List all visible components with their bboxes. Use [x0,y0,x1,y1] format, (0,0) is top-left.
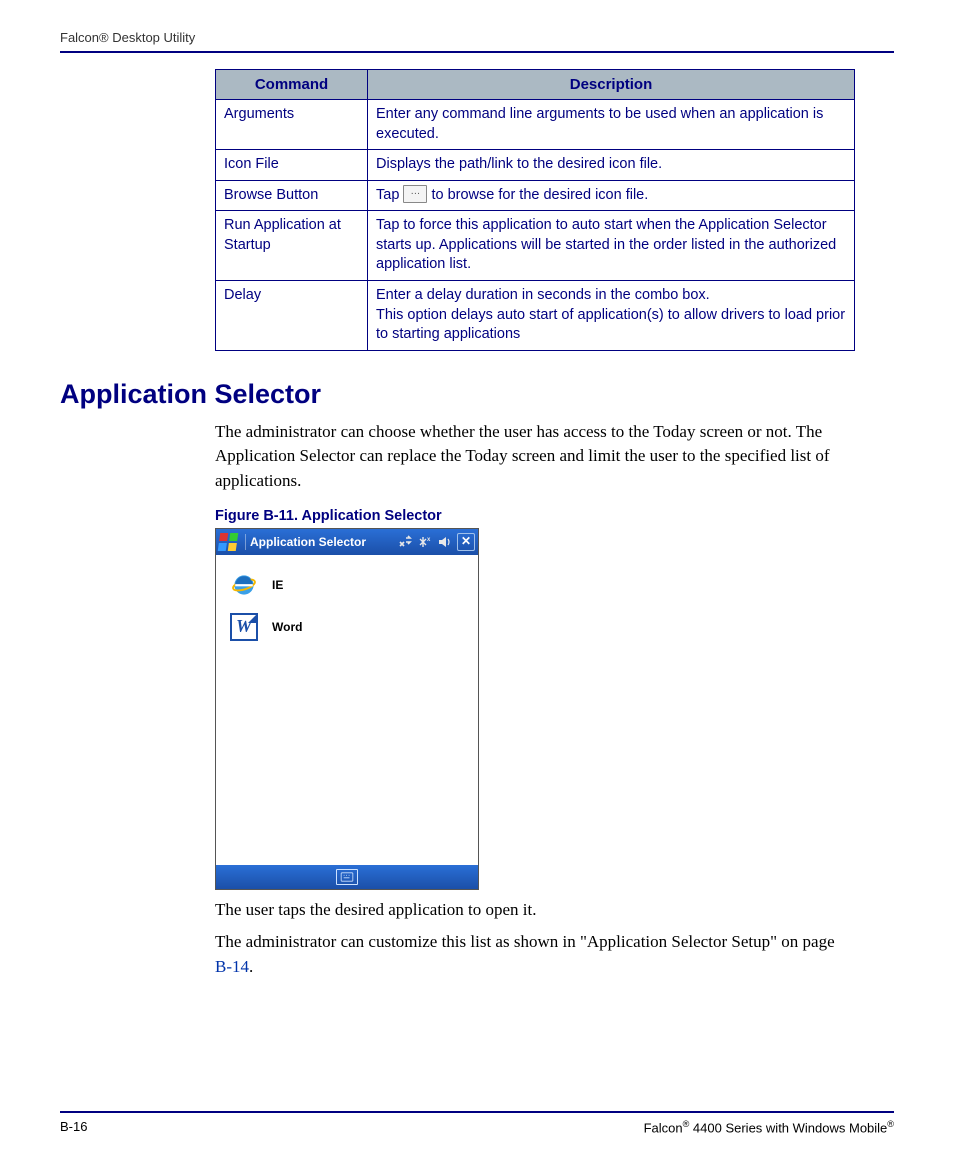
app-label: IE [272,578,283,592]
app-item-ie[interactable]: IE [230,571,464,599]
mobile-titlebar: Application Selector x ✕ [216,529,478,555]
table-row: Icon File Displays the path/link to the … [216,150,855,181]
page-ref-link[interactable]: B-14 [215,957,249,976]
mobile-bottombar [216,865,478,889]
application-selector-screenshot: Application Selector x ✕ IE [215,528,479,890]
footer-page-number: B-16 [60,1119,87,1135]
para-customize: The administrator can customize this lis… [215,930,855,979]
figure-caption: Figure B-11. Application Selector [215,508,894,524]
titlebar-separator [245,534,246,550]
page-footer: B-16 Falcon® 4400 Series with Windows Mo… [60,1111,894,1135]
table-row: Delay Enter a delay duration in seconds … [216,280,855,350]
desc-cell: Enter a delay duration in seconds in the… [368,280,855,350]
desc-cell: Displays the path/link to the desired ic… [368,150,855,181]
volume-icon[interactable] [437,534,453,550]
registered-mark: ® [887,1119,894,1129]
word-icon: W [230,613,258,641]
footer-product: Falcon® 4400 Series with Windows Mobile® [644,1119,894,1135]
desc-post: to browse for the desired icon file. [431,187,648,203]
table-row: Run Application at Startup Tap to force … [216,211,855,281]
app-label: Word [272,620,302,634]
cmd-cell: Icon File [216,150,368,181]
keyboard-icon[interactable] [336,869,358,885]
app-item-word[interactable]: W Word [230,613,464,641]
mobile-body: IE W Word [216,555,478,865]
para3-pre: The administrator can customize this lis… [215,932,835,951]
connectivity-icon[interactable] [397,534,413,550]
cmd-cell: Delay [216,280,368,350]
cmd-cell: Run Application at Startup [216,211,368,281]
close-icon[interactable]: ✕ [457,533,475,551]
para3-post: . [249,957,253,976]
header-title: Falcon® Desktop Utility [60,30,195,45]
start-flag-icon[interactable] [219,533,237,551]
section-title: Application Selector [60,379,894,410]
cmd-cell: Arguments [216,100,368,150]
table-row: Arguments Enter any command line argumen… [216,100,855,150]
signal-icon[interactable]: x [417,534,433,550]
page-header: Falcon® Desktop Utility [60,30,894,53]
table-header-description: Description [368,70,855,100]
desc-cell: Enter any command line arguments to be u… [368,100,855,150]
desc-cell: Tap … to browse for the desired icon fil… [368,180,855,211]
cmd-cell: Browse Button [216,180,368,211]
para-tap: The user taps the desired application to… [215,898,855,923]
desc-cell: Tap to force this application to auto st… [368,211,855,281]
intro-paragraph: The administrator can choose whether the… [215,420,855,494]
table-row: Browse Button Tap … to browse for the de… [216,180,855,211]
browse-icon[interactable]: … [403,185,427,203]
ie-icon [230,571,258,599]
table-header-command: Command [216,70,368,100]
svg-text:x: x [427,537,431,543]
command-table: Command Description Arguments Enter any … [215,69,855,351]
mobile-title: Application Selector [250,535,366,549]
desc-pre: Tap [376,187,403,203]
